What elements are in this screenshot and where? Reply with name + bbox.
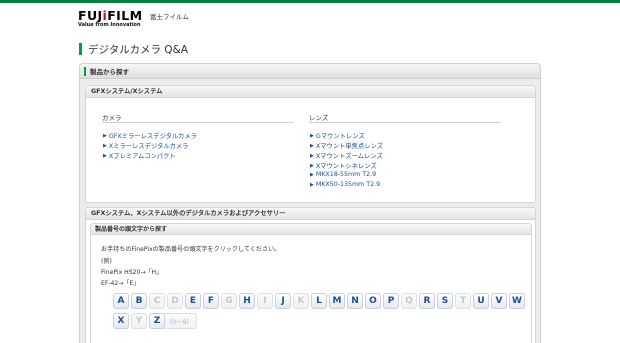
- letter-button-k: K: [293, 293, 309, 309]
- arrow-icon: ▶: [310, 162, 314, 169]
- letter-button-r[interactable]: R: [419, 293, 435, 309]
- link-x-mirrorless[interactable]: ▶ Xミラーレスデジタルカメラ: [103, 141, 188, 151]
- arrow-icon: ▶: [310, 132, 314, 139]
- letter-button-l[interactable]: L: [311, 293, 327, 309]
- letter-button-h[interactable]: H: [239, 293, 255, 309]
- help-text-example-label: (例): [101, 258, 112, 265]
- arrow-icon: ▶: [103, 152, 107, 159]
- logo-tagline: Value from Innovation: [78, 22, 141, 28]
- letter-button-z[interactable]: Z: [149, 313, 165, 329]
- letter-button-d: D: [167, 293, 183, 309]
- letter-button-v[interactable]: V: [491, 293, 507, 309]
- letter-button-n[interactable]: N: [347, 293, 363, 309]
- letter-button-w[interactable]: W: [509, 293, 525, 309]
- link-g-mount-lens[interactable]: ▶ Gマウントレンズ: [310, 131, 365, 141]
- title-accent-mark: [79, 43, 82, 55]
- letter-button-s[interactable]: S: [437, 293, 453, 309]
- panel-heading: 製品から探す: [90, 68, 129, 76]
- help-text-example-2: EF-42→「E」: [101, 280, 140, 287]
- letter-button-e[interactable]: E: [185, 293, 201, 309]
- link-x-mount-zoom-lens[interactable]: ▶ Xマウントズームレンズ: [310, 151, 383, 161]
- panel-header: 製品から探す: [80, 64, 540, 79]
- initial-search-heading: 製品番号の頭文字から探す: [91, 224, 531, 235]
- letter-button-y: Y: [131, 313, 147, 329]
- arrow-icon: ▶: [310, 171, 314, 178]
- letter-button-f[interactable]: F: [203, 293, 219, 309]
- product-search-panel: 製品から探す GFXシステム/Xシステム カメラ ▶ GFXミラーレスデジタルカメ…: [79, 63, 541, 343]
- gfx-x-system-box: GFXシステム/Xシステム カメラ ▶ GFXミラーレスデジタルカメラ ▶ Xミラー…: [85, 85, 536, 203]
- company-name: 富士フイルム: [150, 13, 189, 21]
- letter-button-g: G: [221, 293, 237, 309]
- help-text-example-1: FinePix HS20→「H」: [101, 269, 163, 276]
- gfx-x-system-heading: GFXシステム/Xシステム: [86, 86, 535, 98]
- top-accent-bar: [0, 0, 620, 3]
- link-x-mount-prime-lens[interactable]: ▶ Xマウント単焦点レンズ: [310, 141, 383, 151]
- letter-button-q: Q: [401, 293, 417, 309]
- link-mkx50-135[interactable]: ▶ MKX50-135mm T2.9: [310, 181, 380, 188]
- letter-button-t: T: [455, 293, 471, 309]
- letter-button-u[interactable]: U: [473, 293, 489, 309]
- arrow-icon: ▶: [310, 142, 314, 149]
- help-text-instruction: お手持ちのFinePixの製品番号の頭文字をクリックしてください。: [101, 246, 281, 253]
- page-title-block: デジタルカメラ Q&A: [79, 43, 188, 56]
- arrow-icon: ▶: [103, 132, 107, 139]
- letter-button-b[interactable]: B: [131, 293, 147, 309]
- initial-search-box: 製品番号の頭文字から探す お手持ちのFinePixの製品番号の頭文字をクリックし…: [90, 223, 532, 343]
- arrow-icon: ▶: [103, 142, 107, 149]
- page-title: デジタルカメラ Q&A: [88, 43, 188, 56]
- letter-button-o[interactable]: O: [365, 293, 381, 309]
- link-mkx18-55[interactable]: ▶ MKX18-55mm T2.9: [310, 171, 376, 178]
- other-products-heading: GFXシステム、Xシステム以外のデジタルカメラおよびアクセサリー: [86, 208, 535, 220]
- logo-wordmark: FUJiFILM: [78, 8, 143, 23]
- panel-header-mark: [84, 66, 86, 76]
- letter-button-p[interactable]: P: [383, 293, 399, 309]
- arrow-icon: ▶: [310, 181, 314, 188]
- lens-column-rule: [309, 122, 501, 123]
- link-gfx-mirrorless[interactable]: ▶ GFXミラーレスデジタルカメラ: [103, 131, 197, 141]
- lens-column-heading: レンズ: [309, 114, 329, 122]
- arrow-icon: ▶: [310, 152, 314, 159]
- link-x-premium-compact[interactable]: ▶ Xプレミアムコンパクト: [103, 151, 176, 161]
- camera-column-rule: [102, 122, 294, 123]
- fujifilm-logo[interactable]: FUJiFILM Value from Innovation: [78, 9, 148, 29]
- letter-button-a[interactable]: A: [113, 293, 129, 309]
- letter-button-i: I: [257, 293, 273, 309]
- link-x-mount-cine-lens[interactable]: ▶ Xマウントシネレンズ: [310, 161, 377, 171]
- letter-button-j[interactable]: J: [275, 293, 291, 309]
- letter-button-x[interactable]: X: [113, 313, 129, 329]
- camera-column-heading: カメラ: [102, 114, 122, 122]
- letter-button-m[interactable]: M: [329, 293, 345, 309]
- letter-button-c: C: [149, 293, 165, 309]
